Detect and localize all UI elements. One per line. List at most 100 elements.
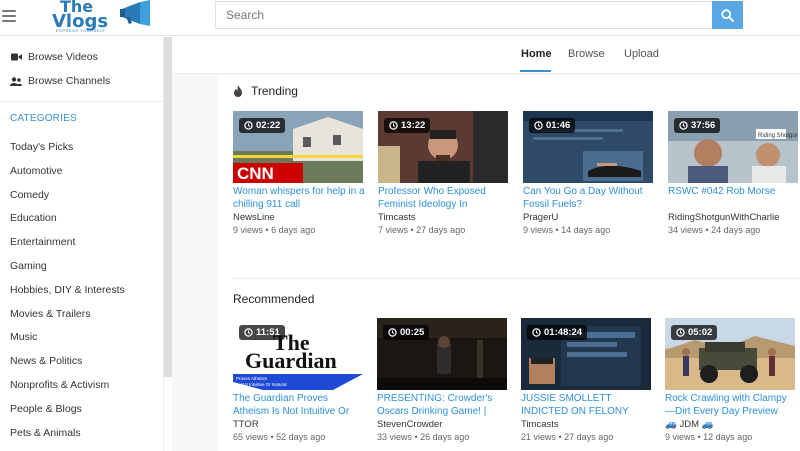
users-icon [10, 76, 22, 86]
video-meta: 7 views • 27 days ago [378, 225, 466, 235]
channel-name[interactable]: Timcasts [378, 212, 510, 223]
fire-icon [234, 85, 242, 97]
search-input[interactable] [215, 1, 712, 29]
duration-badge: 01:48:24 [527, 325, 588, 340]
tab-home[interactable]: Home [521, 48, 552, 60]
channel-name[interactable]: Timcasts [521, 419, 653, 430]
video-card[interactable]: 13:22 Professor Who Exposed Feminist Ideo… [378, 111, 510, 235]
trending-heading: Trending [233, 84, 298, 98]
section-separator [232, 278, 800, 279]
sidebar-scrollbar[interactable] [164, 37, 172, 377]
video-meta: 33 views • 26 days ago [377, 432, 470, 442]
video-thumbnail[interactable]: 00:25 [377, 318, 507, 390]
car-icon: 🚙 [665, 419, 677, 430]
video-thumbnail[interactable]: 01:48:24 [521, 318, 651, 390]
video-card[interactable]: CNN 02:22 Woman whispers for help in a chi… [233, 111, 365, 235]
sidebar-category-item[interactable]: Pets & Animals [10, 423, 125, 447]
duration-badge: 00:25 [383, 325, 430, 340]
main-nav: Home Browse Upload [172, 37, 800, 74]
video-card[interactable]: 05:02 Rock Crawling with Clampy —Dirt Eve… [665, 318, 797, 442]
video-title-link[interactable]: The Guardian Proves Atheism Is Not Intui… [233, 392, 365, 418]
channel-name[interactable]: 🚙 JDM 🚙 [665, 419, 797, 430]
video-thumbnail[interactable]: 13:22 [378, 111, 508, 183]
video-title-link[interactable]: Woman whispers for help in a chilling 91… [233, 185, 365, 211]
sidebar-item-label: Browse Channels [28, 75, 111, 87]
video-thumbnail[interactable]: 05:02 [665, 318, 795, 390]
sidebar-category-item[interactable]: Hobbies, DIY & Interests [10, 280, 125, 304]
hamburger-menu-icon[interactable] [2, 10, 16, 22]
search-button[interactable] [712, 1, 743, 29]
duration-badge: 01:46 [529, 118, 576, 133]
video-meta: 9 views • 14 days ago [523, 225, 611, 235]
sidebar-divider [0, 101, 164, 102]
channel-name[interactable]: StevenCrowder [377, 419, 509, 430]
sidebar-category-item[interactable]: People & Blogs [10, 399, 125, 423]
duration-badge: 13:22 [384, 118, 431, 133]
duration-badge: 02:22 [239, 118, 286, 133]
clock-icon [244, 121, 253, 130]
sidebar-category-item[interactable]: Music [10, 327, 125, 351]
svg-text:Is Not Intuitive Or Natural: Is Not Intuitive Or Natural [236, 382, 287, 387]
sidebar-category-item[interactable]: Gaming [10, 256, 125, 280]
clock-icon [534, 121, 543, 130]
video-meta: 9 views • 6 days ago [233, 225, 316, 235]
duration-badge: 37:56 [674, 118, 721, 133]
car-icon: 🚙 [701, 419, 714, 430]
sidebar-category-item[interactable]: Education [10, 208, 125, 232]
video-meta: 21 views • 27 days ago [521, 432, 614, 442]
svg-text:CNN: CNN [237, 164, 274, 183]
sidebar-item-label: Browse Videos [28, 51, 98, 63]
video-camera-icon [10, 52, 22, 62]
channel-name[interactable]: NewsLine [233, 212, 365, 223]
video-title-link[interactable]: Can You Go a Day Without Fossil Fuels? [523, 185, 655, 211]
channel-name[interactable]: PragerU [523, 212, 655, 223]
video-title-link[interactable]: Rock Crawling with Clampy —Dirt Every Da… [665, 392, 797, 418]
sidebar-category-item[interactable]: Today's Picks [10, 137, 125, 161]
sidebar-category-item[interactable]: Movies & Trailers [10, 304, 125, 328]
clock-icon [389, 121, 398, 130]
clock-icon [244, 328, 253, 337]
active-tab-indicator [520, 70, 551, 72]
video-meta: 9 views • 12 days ago [665, 432, 753, 442]
svg-text:Riding Shotgun: Riding Shotgun [758, 133, 798, 139]
sidebar-category-item[interactable]: News & Politics [10, 351, 125, 375]
video-thumbnail[interactable]: CNN 02:22 [233, 111, 363, 183]
video-card[interactable]: The Guardian Proves Atheism Is Not Intuitiv… [233, 318, 365, 442]
channel-name[interactable]: RidingShotgunWithCharlie [668, 212, 800, 223]
clock-icon [532, 328, 541, 337]
logo-wordmark: The Vlogs [52, 0, 109, 32]
sidebar-category-item[interactable]: Comedy [10, 185, 125, 209]
video-title-link[interactable]: RSWC #042 Rob Morse [668, 185, 800, 211]
tab-browse[interactable]: Browse [568, 48, 605, 60]
svg-text:Proves Atheism: Proves Atheism [236, 376, 268, 381]
video-card[interactable]: 01:46 Can You Go a Day Without Fossil Fue… [523, 111, 655, 235]
duration-badge: 05:02 [671, 325, 718, 340]
logo-tagline: EXPRESS YOURSELF [56, 28, 106, 33]
megaphone-icon [120, 0, 150, 26]
video-title-link[interactable]: Professor Who Exposed Feminist Ideology … [378, 185, 510, 211]
categories-list: Today's Picks Automotive Comedy Education En… [10, 137, 125, 446]
video-card[interactable]: 01:48:24 JUSSIE SMOLLETT INDICTED ON FELO… [521, 318, 653, 442]
video-thumbnail[interactable]: 01:46 [523, 111, 653, 183]
clock-icon [676, 328, 685, 337]
top-bar: The Vlogs EXPRESS YOURSELF [0, 0, 800, 36]
video-title-link[interactable]: JUSSIE SMOLLETT INDICTED ON FELONY [521, 392, 653, 418]
video-meta: 34 views • 24 days ago [668, 225, 761, 235]
video-card[interactable]: 00:25 PRESENTING: Crowder's Oscars Drinki… [377, 318, 509, 442]
video-card[interactable]: Riding Shotgun 37:56 RSWC #042 Rob Morse Ri… [668, 111, 800, 235]
video-thumbnail[interactable]: Riding Shotgun 37:56 [668, 111, 798, 183]
tab-upload[interactable]: Upload [624, 48, 659, 60]
sidebar-category-item[interactable]: Entertainment [10, 232, 125, 256]
video-meta: 65 views • 52 days ago [233, 432, 326, 442]
clock-icon [679, 121, 688, 130]
site-logo[interactable]: The Vlogs EXPRESS YOURSELF [50, 0, 170, 34]
sidebar-item-browse-videos[interactable]: Browse Videos [10, 49, 98, 65]
channel-name[interactable]: TTOR [233, 419, 365, 430]
clock-icon [388, 328, 397, 337]
video-thumbnail[interactable]: The Guardian Proves Atheism Is Not Intuitiv… [233, 318, 363, 390]
video-title-link[interactable]: PRESENTING: Crowder's Oscars Drinking Ga… [377, 392, 509, 418]
sidebar-item-browse-channels[interactable]: Browse Channels [10, 73, 110, 89]
sidebar-category-item[interactable]: Nonprofits & Activism [10, 375, 125, 399]
duration-badge: 11:51 [239, 325, 285, 340]
sidebar-category-item[interactable]: Automotive [10, 161, 125, 185]
